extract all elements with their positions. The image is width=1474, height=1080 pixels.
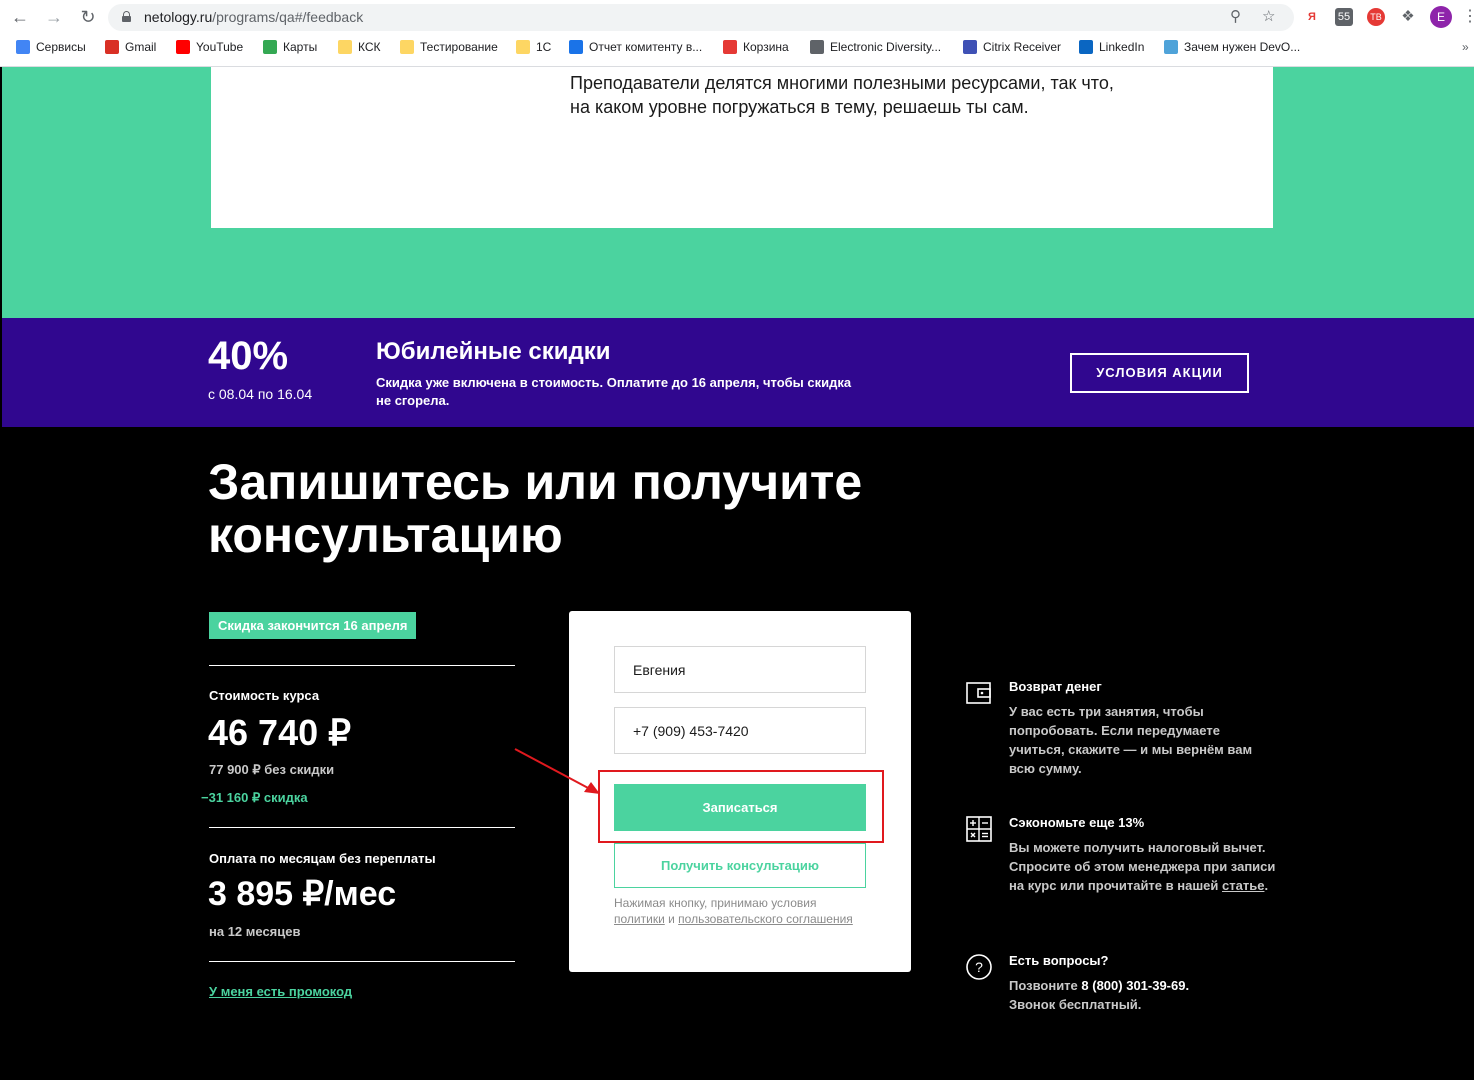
- svg-text:?: ?: [975, 959, 983, 975]
- bookmark-services[interactable]: Сервисы: [16, 40, 86, 54]
- bookmark-basket[interactable]: Корзина: [723, 40, 789, 54]
- info-refund: Возврат денег У вас есть три занятия, чт…: [965, 679, 1285, 789]
- agreement-link[interactable]: пользовательского соглашения: [678, 912, 853, 926]
- bookmark-devops[interactable]: Зачем нужен DevO...: [1164, 40, 1300, 54]
- puzzle-icon[interactable]: ❖: [1399, 8, 1417, 26]
- promo-code-link[interactable]: У меня есть промокод: [209, 984, 352, 999]
- gear-icon: [1164, 40, 1178, 54]
- extension-icon[interactable]: ТВ: [1367, 8, 1385, 26]
- star-icon[interactable]: ☆: [1262, 7, 1275, 25]
- yandex-extension-icon[interactable]: Я: [1303, 8, 1321, 26]
- bookmark-citrix[interactable]: Citrix Receiver: [963, 40, 1061, 54]
- wallet-icon: [966, 682, 991, 704]
- apps-grid-icon: [16, 40, 30, 54]
- signup-headline: Запишитесь или получите консультацию: [208, 454, 863, 563]
- monthly-term: на 12 месяцев: [209, 924, 301, 939]
- bookmark-report[interactable]: Отчет комитенту в...: [569, 40, 702, 54]
- divider: [209, 665, 515, 666]
- discount-badge: Скидка закончится 16 апреля: [209, 612, 417, 639]
- zoom-icon[interactable]: ⚲: [1230, 7, 1241, 25]
- youtube-icon: [176, 40, 190, 54]
- question-icon: ?: [966, 954, 992, 980]
- cost-label: Стоимость курса: [209, 688, 320, 703]
- profile-avatar[interactable]: E: [1430, 6, 1452, 28]
- url-text[interactable]: netology.ru/programs/qa#/feedback: [144, 9, 363, 25]
- original-price: 77 900 ₽ без скидки: [209, 762, 335, 777]
- calculator-icon: [966, 816, 992, 842]
- info-text: Позвоните 8 (800) 301-39-69. Звонок бесп…: [1009, 978, 1190, 1012]
- browser-toolbar: ← → ↻ netology.ru/programs/qa#/feedback …: [0, 0, 1474, 34]
- promo-dates: с 08.04 по 16.04: [208, 386, 313, 402]
- bookmark-gmail[interactable]: Gmail: [105, 40, 156, 54]
- info-title: Возврат денег: [1009, 679, 1102, 694]
- folder-icon: [516, 40, 530, 54]
- annotation-arrow-icon: [514, 748, 600, 794]
- info-title: Есть вопросы?: [1009, 953, 1109, 968]
- folder-icon: [400, 40, 414, 54]
- browser-chrome: ← → ↻ netology.ru/programs/qa#/feedback …: [0, 0, 1474, 67]
- back-arrow-icon[interactable]: ←: [8, 6, 32, 28]
- bookmarks-overflow-icon[interactable]: »: [1462, 40, 1469, 54]
- bookmark-youtube[interactable]: YouTube: [176, 40, 243, 54]
- extension-icon[interactable]: 55: [1335, 8, 1353, 26]
- policy-link[interactable]: политики: [614, 912, 665, 926]
- refresh-circle-icon: [569, 40, 583, 54]
- bookmark-folder[interactable]: Тестирование: [400, 40, 498, 54]
- folder-icon: [338, 40, 352, 54]
- promo-terms-button[interactable]: УСЛОВИЯ АКЦИИ: [1070, 353, 1249, 393]
- testimonial-section: Преподаватели делятся многими полезными …: [2, 67, 1474, 318]
- bookmark-folder[interactable]: 1С: [516, 40, 551, 54]
- citrix-icon: [963, 40, 977, 54]
- annotation-highlight-box: [598, 770, 884, 843]
- discount-amount: −31 160 ₽ скидка: [201, 790, 308, 805]
- info-tax: Сэкономьте еще 13% Вы можете получить на…: [965, 815, 1285, 925]
- info-text: Вы можете получить налоговый вычет. Спро…: [1009, 840, 1276, 893]
- lock-icon: [122, 11, 131, 22]
- phone-number[interactable]: 8 (800) 301-39-69.: [1081, 978, 1189, 993]
- bookmark-diversity[interactable]: Electronic Diversity...: [810, 40, 941, 54]
- power-icon: [723, 40, 737, 54]
- info-title: Сэкономьте еще 13%: [1009, 815, 1145, 830]
- divider: [209, 827, 515, 828]
- forward-arrow-icon[interactable]: →: [42, 6, 66, 28]
- maps-pin-icon: [263, 40, 277, 54]
- bookmark-linkedin[interactable]: LinkedIn: [1079, 40, 1144, 54]
- testimonial-text: Преподаватели делятся многими полезными …: [570, 73, 1114, 117]
- bookmarks-bar: Сервисы Gmail YouTube Карты КСК Тестиров…: [0, 38, 1474, 60]
- bookmark-maps[interactable]: Карты: [263, 40, 317, 54]
- testimonial-card: Преподаватели делятся многими полезными …: [211, 67, 1273, 228]
- name-input[interactable]: [614, 646, 866, 693]
- info-text: У вас есть три занятия, чтобы попробоват…: [1009, 704, 1253, 776]
- reload-icon[interactable]: ↻: [76, 6, 100, 28]
- info-questions: ? Есть вопросы? Позвоните 8 (800) 301-39…: [965, 953, 1285, 1023]
- menu-icon[interactable]: ⋮: [1462, 6, 1474, 26]
- course-price: 46 740 ₽: [208, 712, 352, 753]
- globe-icon: [810, 40, 824, 54]
- gmail-icon: [105, 40, 119, 54]
- linkedin-icon: [1079, 40, 1093, 54]
- phone-input[interactable]: [614, 707, 866, 754]
- promo-title: Юбилейные скидки: [376, 338, 611, 365]
- promo-banner: 40% с 08.04 по 16.04 Юбилейные скидки Ск…: [2, 318, 1474, 427]
- address-bar[interactable]: netology.ru/programs/qa#/feedback ⚲ ☆: [108, 4, 1294, 31]
- consultation-button[interactable]: Получить консультацию: [614, 843, 866, 888]
- monthly-price: 3 895 ₽/мес: [208, 875, 397, 913]
- article-link[interactable]: статье: [1222, 878, 1264, 893]
- divider: [209, 961, 515, 962]
- promo-description: Скидка уже включена в стоимость. Оплатит…: [376, 375, 852, 408]
- promo-percent: 40%: [208, 334, 289, 378]
- bookmark-folder[interactable]: КСК: [338, 40, 381, 54]
- monthly-label: Оплата по месяцам без переплаты: [209, 851, 436, 866]
- terms-text: Нажимая кнопку, принимаю условия политик…: [614, 896, 853, 926]
